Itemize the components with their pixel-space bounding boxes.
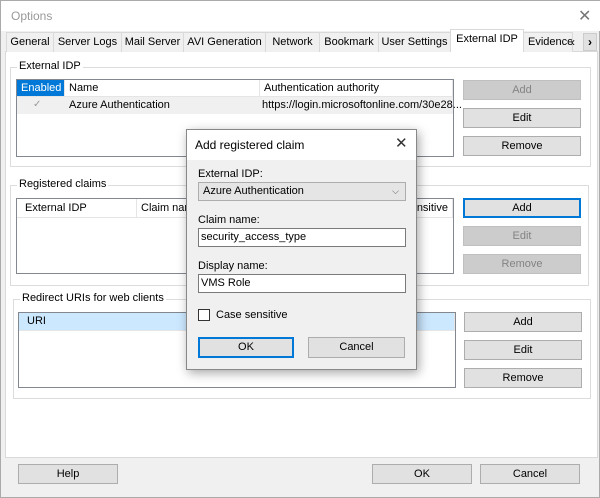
- row-authority: https://login.microsoftonline.com/30e28.…: [262, 99, 462, 111]
- dialog-title: Add registered claim: [195, 138, 305, 152]
- external-idp-value: Azure Authentication: [203, 185, 304, 197]
- tab-external-idp[interactable]: External IDP: [450, 29, 524, 52]
- uri-remove-button[interactable]: Remove: [464, 368, 582, 388]
- title-bar: [1, 1, 600, 31]
- cancel-button[interactable]: Cancel: [480, 464, 580, 484]
- uri-add-button[interactable]: Add: [464, 312, 582, 332]
- idp-edit-button[interactable]: Edit: [463, 108, 581, 128]
- column-header-enabled[interactable]: Enabled: [17, 80, 65, 97]
- claims-remove-button[interactable]: Remove: [463, 254, 581, 274]
- group-label: Redirect URIs for web clients: [20, 292, 166, 304]
- tab-user-settings[interactable]: User Settings: [378, 32, 451, 52]
- idp-add-button[interactable]: Add: [463, 80, 581, 100]
- table-row[interactable]: ✓ Azure Authentication https://login.mic…: [17, 97, 462, 114]
- claims-edit-button[interactable]: Edit: [463, 226, 581, 246]
- help-button[interactable]: Help: [18, 464, 118, 484]
- tab-scroll-left-icon[interactable]: ‹: [571, 34, 581, 50]
- uri-edit-button[interactable]: Edit: [464, 340, 582, 360]
- tab-bookmark[interactable]: Bookmark: [319, 32, 379, 52]
- claim-name-input[interactable]: security_access_type: [198, 228, 406, 247]
- column-header-name[interactable]: Name: [65, 80, 260, 97]
- external-idp-combobox[interactable]: Azure Authentication ⌵: [198, 182, 406, 201]
- enabled-checkbox-icon[interactable]: ✓: [33, 99, 41, 110]
- column-header-external-idp[interactable]: External IDP: [17, 199, 137, 218]
- ok-button[interactable]: OK: [372, 464, 472, 484]
- tab-scroll-right-icon[interactable]: ›: [583, 33, 597, 51]
- case-sensitive-label[interactable]: Case sensitive: [216, 309, 288, 321]
- add-registered-claim-dialog: Add registered claim ✕ External IDP: Azu…: [186, 129, 417, 370]
- case-sensitive-checkbox[interactable]: [198, 309, 210, 321]
- tab-server-logs[interactable]: Server Logs: [53, 32, 122, 52]
- claim-name-label: Claim name:: [198, 214, 260, 226]
- dialog-ok-button[interactable]: OK: [198, 337, 294, 358]
- idp-remove-button[interactable]: Remove: [463, 136, 581, 156]
- row-name: Azure Authentication: [69, 99, 170, 111]
- tab-general[interactable]: General: [6, 32, 54, 52]
- claims-add-button[interactable]: Add: [463, 198, 581, 218]
- column-header-authority[interactable]: Authentication authority: [260, 80, 453, 97]
- display-name-input[interactable]: VMS Role: [198, 274, 406, 293]
- close-icon[interactable]: ✕: [578, 6, 591, 26]
- display-name-label: Display name:: [198, 260, 268, 272]
- window-title: Options: [11, 9, 53, 23]
- tab-evidence[interactable]: Evidence: [523, 32, 573, 52]
- tab-mail-server[interactable]: Mail Server: [121, 32, 184, 52]
- tab-network[interactable]: Network: [265, 32, 320, 52]
- tab-avi-generation[interactable]: AVI Generation: [183, 32, 266, 52]
- close-icon[interactable]: ✕: [395, 134, 408, 152]
- group-label: External IDP: [17, 60, 83, 72]
- chevron-down-icon: ⌵: [392, 186, 399, 196]
- dialog-cancel-button[interactable]: Cancel: [308, 337, 405, 358]
- external-idp-label: External IDP:: [198, 168, 263, 180]
- group-label: Registered claims: [17, 178, 109, 190]
